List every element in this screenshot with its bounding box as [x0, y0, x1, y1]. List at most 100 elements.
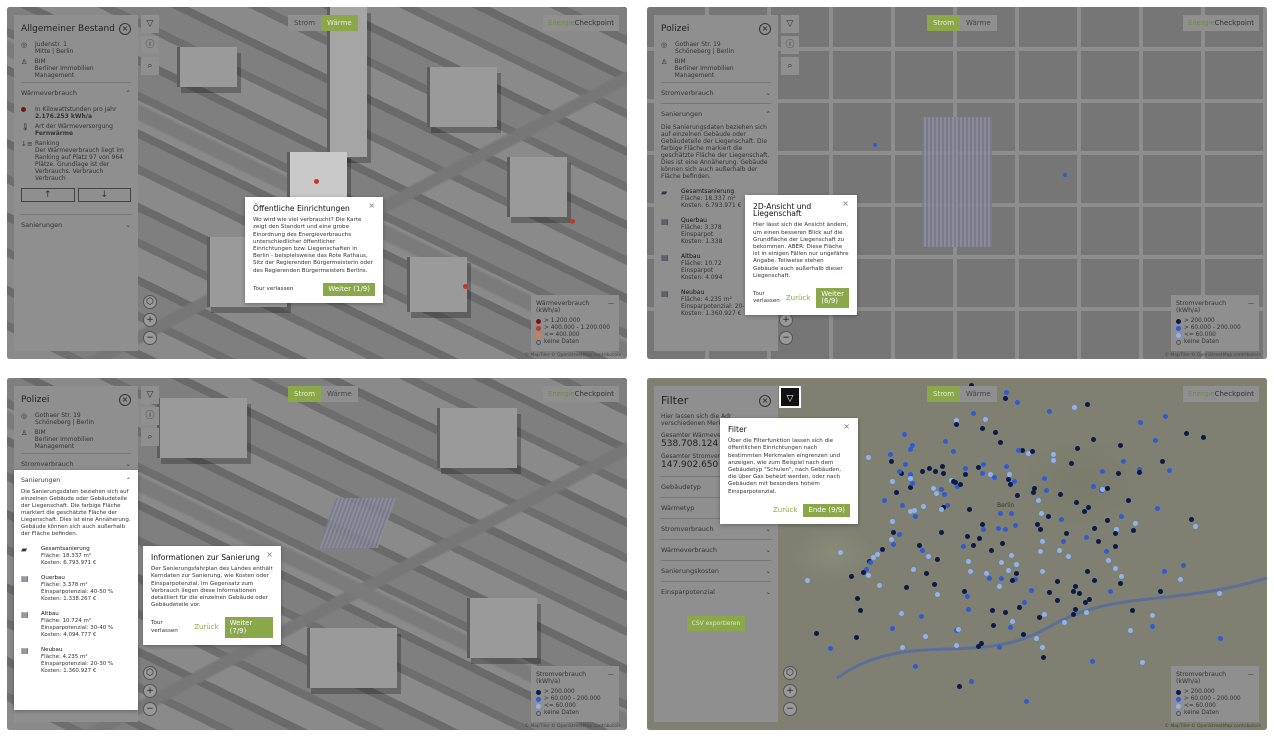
section-sanierungen[interactable]: Sanierungen ⌃ — [661, 103, 771, 124]
zoom-in-button[interactable]: + — [143, 684, 157, 698]
facility-marker[interactable] — [1041, 654, 1047, 660]
close-icon[interactable]: × — [119, 23, 131, 35]
facility-marker[interactable] — [951, 478, 957, 484]
facility-marker[interactable] — [963, 471, 969, 477]
facility-marker[interactable] — [837, 549, 843, 555]
facility-marker[interactable] — [899, 644, 905, 650]
facility-marker[interactable] — [961, 543, 967, 549]
facility-marker[interactable] — [889, 478, 895, 484]
tour-leave-button[interactable]: Tour verlassen — [753, 291, 780, 305]
facility-marker[interactable] — [1119, 513, 1125, 519]
info-icon[interactable]: ⓘ — [141, 407, 159, 425]
close-icon[interactable]: × — [842, 199, 849, 207]
toggle-strom[interactable]: Strom — [927, 386, 961, 402]
facility-marker[interactable] — [1129, 607, 1135, 613]
facility-marker[interactable] — [1157, 588, 1163, 594]
filter-einsparpotenzial[interactable]: Einsparpotenzial ⌄ — [661, 581, 771, 602]
facility-marker[interactable] — [933, 490, 939, 496]
facility-marker[interactable] — [1218, 635, 1224, 641]
facility-marker[interactable] — [1060, 539, 1066, 545]
ranking-up-button[interactable]: ↑ — [21, 188, 75, 202]
facility-marker[interactable] — [858, 607, 864, 613]
minimize-icon[interactable]: — — [608, 671, 614, 685]
facility-marker[interactable] — [935, 591, 941, 597]
property-area[interactable] — [922, 117, 992, 247]
facility-marker[interactable] — [964, 594, 970, 600]
toggle-waerme[interactable]: Wärme — [960, 386, 997, 402]
csv-export-button[interactable]: CSV exportieren — [687, 616, 745, 631]
facility-marker[interactable] — [1090, 484, 1096, 490]
facility-marker[interactable] — [925, 553, 931, 559]
facility-marker[interactable] — [1037, 548, 1043, 554]
facility-marker[interactable] — [912, 663, 918, 669]
facility-marker[interactable] — [976, 464, 982, 470]
facility-marker[interactable] — [903, 585, 909, 591]
facility-marker[interactable] — [938, 486, 944, 492]
map-attribution[interactable]: © MapTiler © OpenStreetMap contributors — [524, 724, 621, 729]
facility-marker[interactable] — [939, 529, 944, 535]
facility-marker[interactable] — [1099, 468, 1105, 474]
facility-marker[interactable] — [890, 541, 896, 547]
facility-marker[interactable] — [876, 582, 882, 588]
tour-leave-button[interactable]: Tour verlassen — [151, 620, 188, 634]
facility-marker[interactable] — [951, 449, 957, 455]
facility-marker[interactable] — [879, 546, 885, 552]
facility-marker[interactable] — [1180, 562, 1186, 568]
facility-marker[interactable] — [907, 485, 913, 491]
facility-marker[interactable] — [920, 503, 926, 509]
facility-marker[interactable] — [1041, 611, 1047, 617]
tour-back-button[interactable]: Zurück — [194, 623, 218, 631]
map-attribution[interactable]: © MapTiler © OpenStreetMap contributors — [1164, 353, 1261, 358]
info-icon[interactable]: ⓘ — [781, 36, 799, 54]
toggle-waerme[interactable]: Wärme — [321, 15, 358, 31]
facility-marker[interactable] — [942, 491, 948, 497]
close-icon[interactable]: × — [759, 394, 771, 407]
map-marker[interactable] — [463, 284, 468, 289]
facility-marker[interactable] — [1081, 509, 1087, 515]
facility-marker[interactable] — [1118, 573, 1124, 579]
facility-marker[interactable] — [1161, 569, 1167, 575]
facility-marker[interactable] — [1132, 521, 1138, 527]
facility-marker[interactable] — [1057, 491, 1063, 497]
facility-marker[interactable] — [962, 588, 968, 594]
zoom-out-button[interactable]: − — [143, 702, 157, 716]
toggle-waerme[interactable]: Wärme — [321, 386, 358, 402]
facility-marker[interactable] — [1009, 619, 1015, 625]
facility-marker[interactable] — [1117, 443, 1123, 449]
facility-marker[interactable] — [992, 474, 998, 480]
map-attribution[interactable]: © MapTiler © OpenStreetMap contributors — [1164, 724, 1261, 729]
facility-marker[interactable] — [1039, 568, 1045, 574]
facility-marker[interactable] — [1070, 589, 1076, 595]
minimize-icon[interactable]: — — [1248, 671, 1254, 685]
facility-marker[interactable] — [1116, 470, 1122, 476]
toggle-strom[interactable]: Strom — [288, 15, 322, 31]
facility-marker[interactable] — [940, 470, 946, 476]
facility-marker[interactable] — [1011, 479, 1017, 485]
facility-marker[interactable] — [1083, 535, 1089, 541]
facility-marker[interactable] — [1003, 463, 1009, 469]
search-icon[interactable]: ⌕ — [781, 57, 799, 75]
facility-marker[interactable] — [907, 475, 913, 481]
tour-next-button[interactable]: Ende (9/9) — [803, 503, 850, 518]
ranking-down-button[interactable]: ↓ — [77, 188, 131, 202]
facility-marker[interactable] — [1034, 635, 1040, 641]
facility-marker[interactable] — [1086, 504, 1092, 510]
search-icon[interactable]: ⌕ — [141, 57, 159, 75]
map-marker[interactable] — [873, 143, 877, 147]
facility-marker[interactable] — [967, 569, 973, 575]
facility-marker[interactable] — [1192, 523, 1198, 529]
facility-marker[interactable] — [1137, 420, 1143, 426]
facility-marker[interactable] — [1120, 459, 1126, 465]
filter-waermeverbrauch[interactable]: Wärmeverbrauch ⌄ — [661, 539, 771, 560]
facility-marker[interactable] — [1095, 538, 1101, 544]
filter-icon[interactable]: ▽ — [781, 15, 799, 33]
cube-view-icon[interactable]: ⬡ — [143, 295, 157, 309]
facility-marker[interactable] — [1103, 548, 1109, 554]
filter-icon[interactable]: ▽ — [779, 386, 801, 408]
filter-icon[interactable]: ▽ — [141, 15, 159, 33]
facility-marker[interactable] — [932, 581, 938, 587]
facility-marker[interactable] — [989, 607, 995, 613]
cube-view-icon[interactable]: ⬡ — [783, 666, 797, 680]
tour-leave-button[interactable]: Tour verlassen — [253, 286, 293, 293]
facility-marker[interactable] — [1108, 588, 1114, 594]
